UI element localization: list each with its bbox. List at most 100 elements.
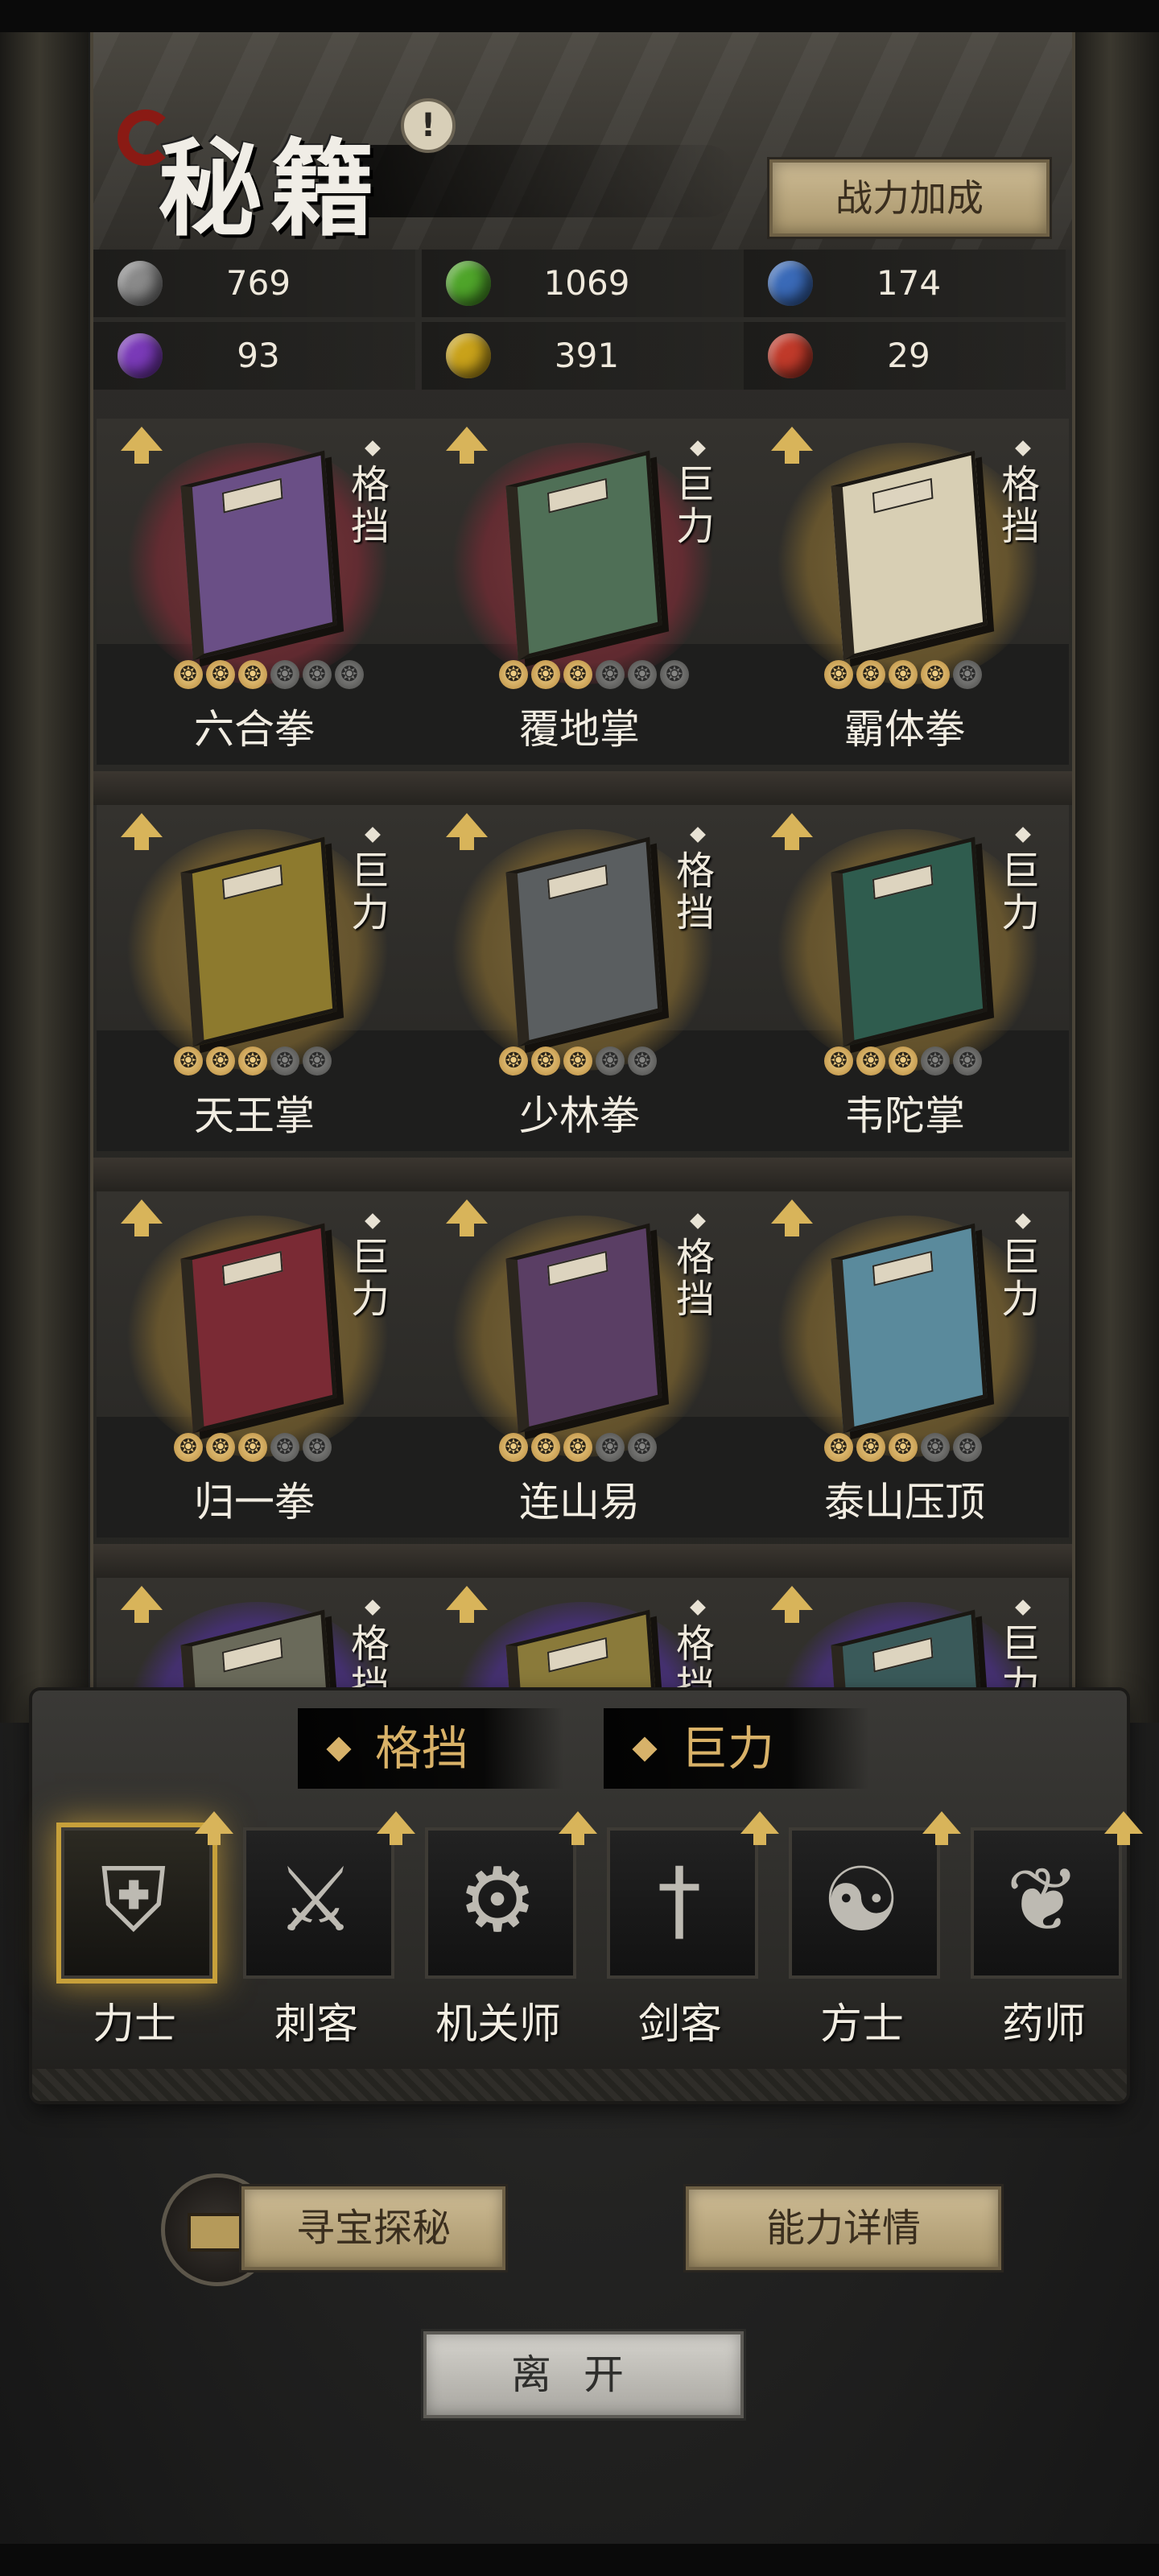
filter-tag-strength[interactable]: 巨力: [604, 1708, 869, 1789]
book-name: 泰山压顶: [824, 1479, 985, 1525]
scroll-panel[interactable]: 秘籍 ! 战力加成 769 1069 174 93 391 29 格挡 ❂ ❂ ❂ ❂ ❂ ❂ 六合拳巨…: [90, 32, 1075, 1924]
book-cover-icon: [831, 836, 988, 1047]
row-divider: [93, 1158, 1072, 1191]
class-name: 药师: [1001, 2000, 1086, 2049]
book-row: 巨力 ❂ ❂ ❂ ❂ ❂ 归一拳 格挡 ❂ ❂ ❂ ❂ ❂ 连山易 巨力 ❂ ❂ ❂ ❂ ❂ 泰山压顶: [93, 1191, 1072, 1578]
upgrade-arrow-icon: [121, 1586, 163, 1623]
star-empty-icon: ❂: [270, 660, 299, 689]
book-cover-icon: [180, 450, 337, 661]
class-tab[interactable]: ⛨ 力士: [50, 1811, 233, 2061]
book-name: 六合拳: [194, 706, 315, 753]
star-empty-icon: ❂: [628, 1433, 657, 1462]
star-filled-icon: ❂: [824, 1046, 853, 1075]
star-filled-icon: ❂: [531, 1046, 560, 1075]
star-filled-icon: ❂: [563, 660, 592, 689]
book-card[interactable]: 巨力 ❂ ❂ ❂ ❂ ❂ 泰山压顶: [744, 1191, 1066, 1546]
diamond-icon: [690, 1600, 706, 1616]
row-divider: [93, 1544, 1072, 1578]
resource-cell: 93: [93, 322, 415, 390]
star-rating: ❂ ❂ ❂ ❂ ❂: [824, 1046, 1017, 1079]
star-empty-icon: ❂: [596, 660, 625, 689]
class-name: 机关师: [435, 2000, 561, 2049]
class-tab[interactable]: ⚔ 刺客: [232, 1811, 415, 2061]
book-type-label: 格挡: [675, 848, 715, 935]
info-icon[interactable]: !: [401, 98, 456, 153]
panel-bottom-pattern: [32, 2069, 1127, 2101]
game-screen: 秘籍 ! 战力加成 769 1069 174 93 391 29 格挡 ❂ ❂ ❂ ❂ ❂ ❂ 六合拳巨…: [0, 32, 1159, 2544]
star-filled-icon: ❂: [499, 660, 528, 689]
power-bonus-button[interactable]: 战力加成: [769, 159, 1050, 237]
class-name: 方士: [819, 2000, 904, 2049]
book-name: 归一拳: [194, 1479, 315, 1525]
book-card[interactable]: 格挡 ❂ ❂ ❂ ❂ ❂ 连山易: [419, 1191, 740, 1546]
filter-tag-label: 巨力: [681, 1721, 775, 1776]
star-filled-icon: ❂: [499, 1433, 528, 1462]
gourd-icon: ❦: [1005, 1848, 1081, 1951]
star-rating: ❂ ❂ ❂ ❂ ❂ ❂: [174, 660, 367, 692]
book-type-label: 巨力: [350, 848, 390, 935]
class-tab[interactable]: ⚙ 机关师: [414, 1811, 597, 2061]
assassin-blade-icon: ⚔: [275, 1848, 356, 1951]
upgrade-arrow-icon: [771, 1586, 813, 1623]
diamond-icon: [365, 1600, 381, 1616]
star-empty-icon: ❂: [303, 1433, 332, 1462]
book-card[interactable]: 格挡 ❂ ❂ ❂ ❂ ❂ 少林拳: [419, 805, 740, 1159]
book-card[interactable]: 格挡 ❂ ❂ ❂ ❂ ❂ 霸体拳: [744, 419, 1066, 773]
book-card[interactable]: 巨力 ❂ ❂ ❂ ❂ ❂ 归一拳: [93, 1191, 415, 1546]
leave-button[interactable]: 离开: [423, 2331, 744, 2418]
star-rating: ❂ ❂ ❂ ❂ ❂: [499, 1433, 692, 1465]
green-orb-icon: [446, 261, 491, 306]
diamond-icon: [690, 440, 706, 456]
upgrade-arrow-icon: [771, 427, 813, 464]
star-empty-icon: ❂: [596, 1433, 625, 1462]
star-filled-icon: ❂: [206, 1433, 235, 1462]
book-name: 霸体拳: [844, 706, 965, 753]
star-filled-icon: ❂: [238, 660, 267, 689]
star-filled-icon: ❂: [238, 1433, 267, 1462]
resource-cell: 769: [93, 250, 415, 317]
book-type-label: 巨力: [1000, 848, 1040, 935]
star-rating: ❂ ❂ ❂ ❂ ❂: [174, 1046, 367, 1079]
page-title: 秘籍: [158, 127, 384, 250]
resource-cell: 174: [744, 250, 1066, 317]
star-empty-icon: ❂: [660, 660, 689, 689]
left-pillar-decoration: [0, 32, 89, 1723]
sword-icon: †: [657, 1848, 702, 1951]
star-filled-icon: ❂: [856, 660, 885, 689]
blue-orb-icon: [768, 261, 813, 306]
star-rating: ❂ ❂ ❂ ❂ ❂ ❂: [499, 660, 692, 692]
ability-details-button[interactable]: 能力详情: [686, 2186, 1001, 2270]
star-filled-icon: ❂: [824, 1433, 853, 1462]
upgrade-arrow-icon: [446, 1586, 488, 1623]
upgrade-arrow-icon: [1104, 1811, 1143, 1845]
book-card[interactable]: 巨力 ❂ ❂ ❂ ❂ ❂ 天王掌: [93, 805, 415, 1159]
row-divider: [93, 771, 1072, 805]
class-tab[interactable]: † 剑客: [596, 1811, 779, 2061]
upgrade-arrow-icon: [446, 427, 488, 464]
class-tab[interactable]: ☯ 方士: [777, 1811, 961, 2061]
book-type-label: 格挡: [1000, 462, 1040, 549]
treasure-hunt-button[interactable]: 寻宝探秘: [241, 2186, 505, 2270]
star-filled-icon: ❂: [856, 1046, 885, 1075]
diamond-icon: [326, 1736, 352, 1762]
star-empty-icon: ❂: [335, 660, 364, 689]
diamond-icon: [632, 1736, 658, 1762]
book-card[interactable]: 巨力 ❂ ❂ ❂ ❂ ❂ ❂ 覆地掌: [419, 419, 740, 773]
book-name: 覆地掌: [519, 706, 640, 753]
class-name: 剑客: [637, 2000, 722, 2049]
resource-value: 391: [554, 336, 620, 375]
star-empty-icon: ❂: [921, 1433, 950, 1462]
book-card[interactable]: 巨力 ❂ ❂ ❂ ❂ ❂ 韦陀掌: [744, 805, 1066, 1159]
resource-bar: 769 1069 174 93 391 29: [93, 250, 1072, 411]
book-name: 少林拳: [519, 1092, 640, 1139]
star-filled-icon: ❂: [824, 660, 853, 689]
upgrade-arrow-icon: [446, 813, 488, 850]
resource-value: 93: [237, 336, 280, 375]
diamond-icon: [690, 1213, 706, 1229]
class-tab[interactable]: ❦ 药师: [959, 1811, 1143, 2061]
book-card[interactable]: 格挡 ❂ ❂ ❂ ❂ ❂ ❂ 六合拳: [93, 419, 415, 773]
filter-tag-block[interactable]: 格挡: [298, 1708, 563, 1789]
star-filled-icon: ❂: [174, 660, 203, 689]
book-type-label: 巨力: [350, 1235, 390, 1322]
upgrade-arrow-icon: [121, 427, 163, 464]
